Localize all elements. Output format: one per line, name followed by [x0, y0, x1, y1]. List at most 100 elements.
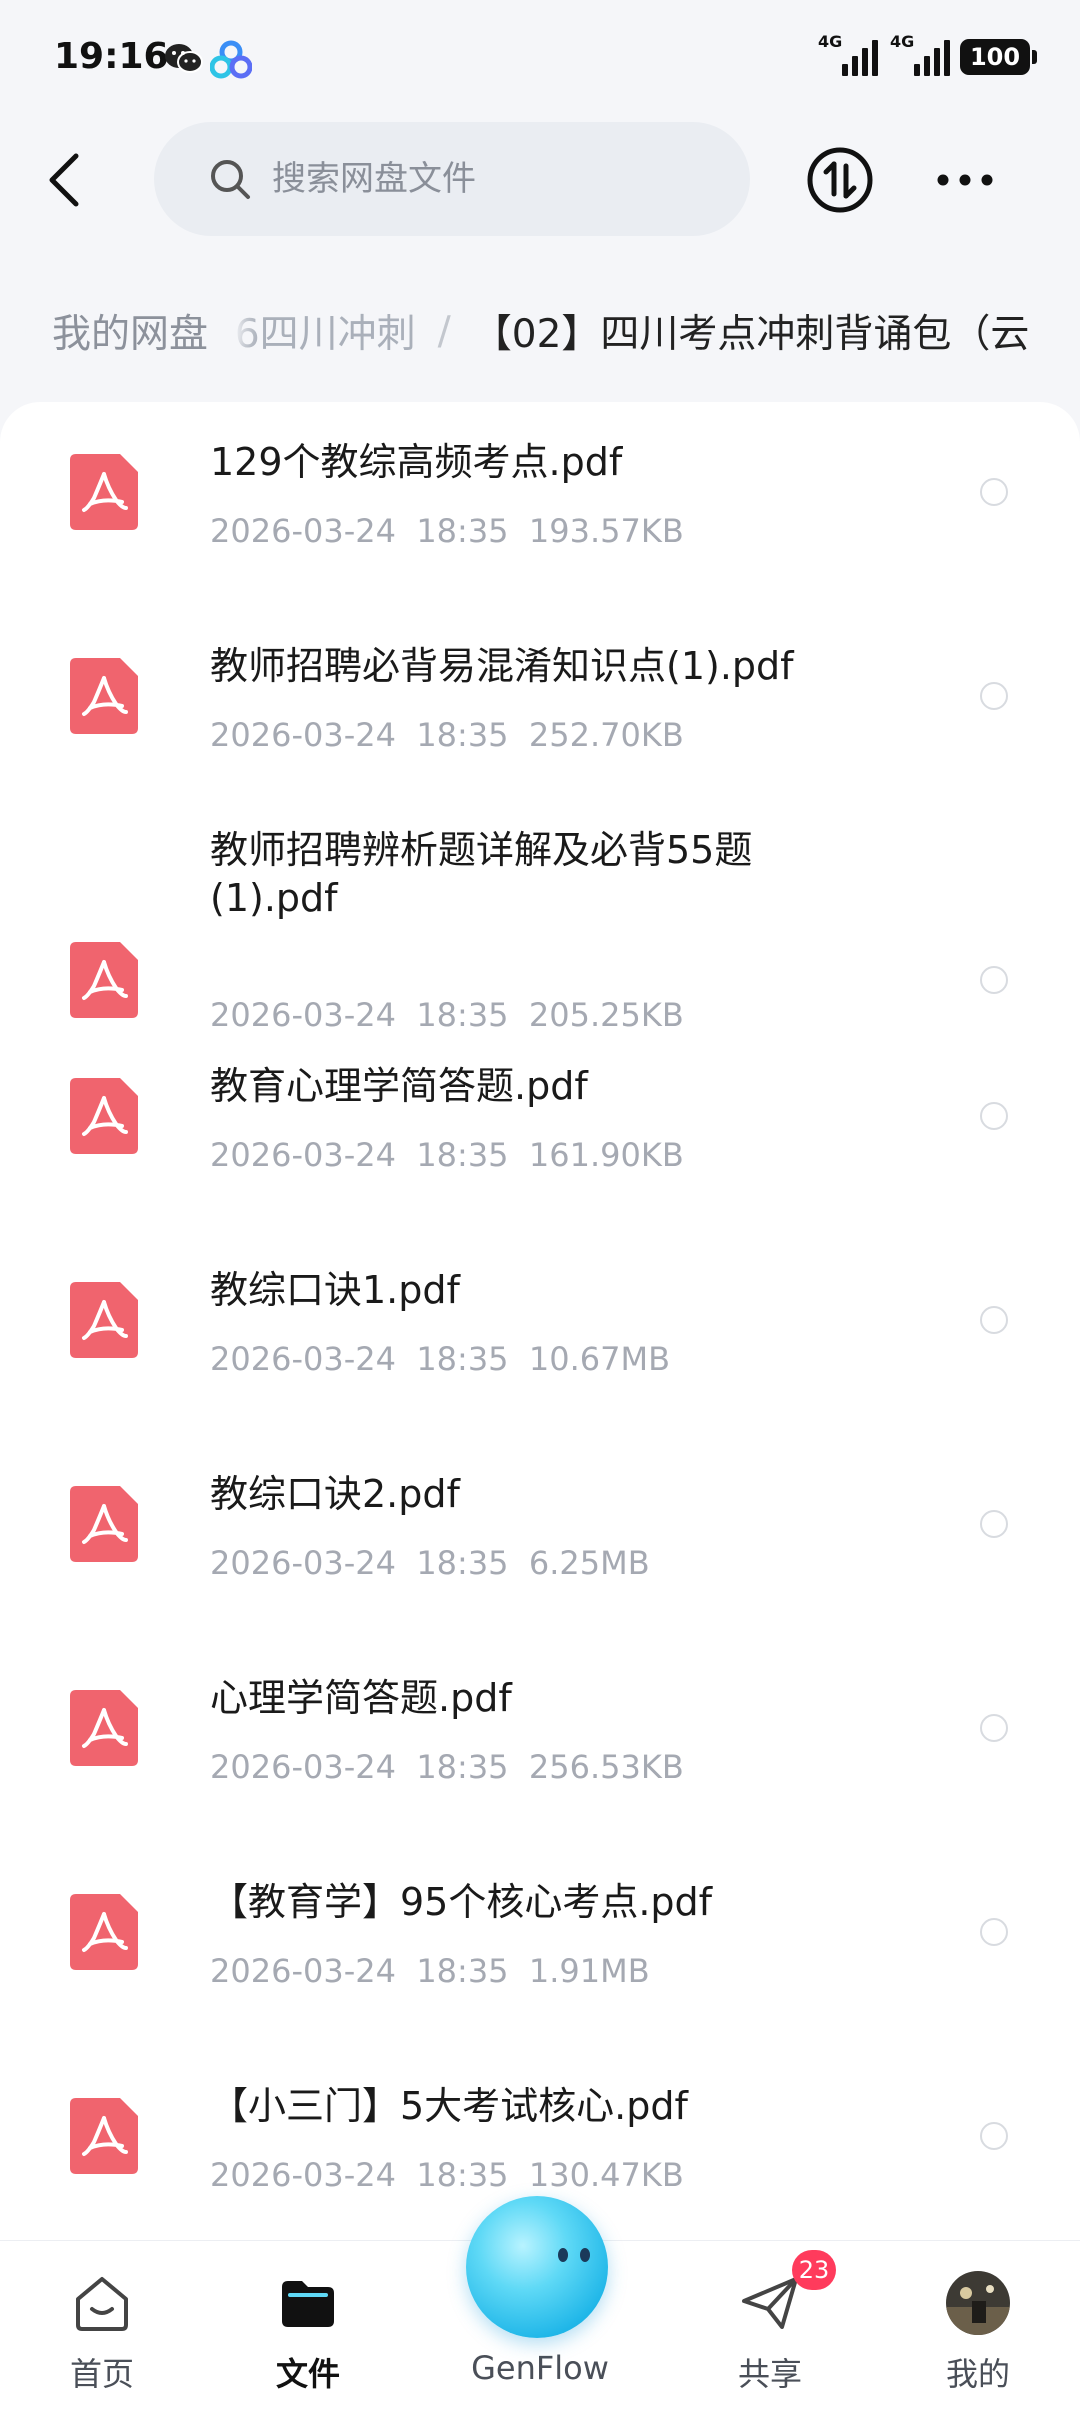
pdf-file-icon: [70, 942, 138, 1018]
select-checkbox[interactable]: [980, 966, 1008, 994]
file-date: 2026-03-24: [210, 1544, 396, 1582]
pdf-file-icon: [70, 1690, 138, 1766]
file-time: 18:35: [416, 2156, 509, 2194]
file-name: 教育心理学简答题.pdf: [210, 1064, 588, 1108]
breadcrumb: 我的网盘 26四川冲刺 / 【02】四川考点冲刺背诵包（云: [0, 288, 1080, 374]
file-row[interactable]: 教综口诀2.pdf 2026-03-24 18:35 6.25MB: [0, 1434, 1080, 1638]
file-size: 161.90KB: [528, 1136, 684, 1174]
file-time: 18:35: [416, 1952, 509, 1990]
pdf-file-icon: [70, 2098, 138, 2174]
breadcrumb-separator: /: [437, 308, 451, 354]
orb-eye: [580, 2248, 590, 2262]
pdf-file-icon: [70, 454, 138, 530]
file-name: 心理学简答题.pdf: [210, 1676, 512, 1720]
select-checkbox[interactable]: [980, 1918, 1008, 1946]
battery-icon: 100: [960, 39, 1037, 75]
file-date: 2026-03-24: [210, 716, 396, 754]
baidu-netdisk-icon: [210, 40, 252, 79]
file-list: 129个教综高频考点.pdf 2026-03-24 18:35 193.57KB 教…: [0, 402, 1080, 2242]
signal-icon: 4G: [816, 32, 878, 78]
file-name: 【教育学】95个核心考点.pdf: [210, 1880, 713, 1924]
status-time: 19:16: [54, 36, 169, 77]
select-checkbox[interactable]: [980, 1102, 1008, 1130]
nav-home[interactable]: 首页: [22, 2241, 182, 2413]
select-checkbox[interactable]: [980, 682, 1008, 710]
file-meta: 2026-03-24 18:35 252.70KB: [210, 716, 684, 754]
status-bar: 19:16 4G 4G 100: [0, 0, 1080, 120]
search-box[interactable]: [154, 122, 750, 236]
share-badge: 23: [792, 2250, 836, 2290]
file-size: 6.25MB: [528, 1544, 650, 1582]
file-row[interactable]: 教育心理学简答题.pdf 2026-03-24 18:35 161.90KB: [0, 1026, 1080, 1230]
avatar: [946, 2271, 1010, 2335]
file-size: 130.47KB: [528, 2156, 684, 2194]
nav-mine[interactable]: 我的: [898, 2241, 1058, 2413]
select-checkbox[interactable]: [980, 1306, 1008, 1334]
file-row[interactable]: 129个教综高频考点.pdf 2026-03-24 18:35 193.57KB: [0, 402, 1080, 606]
file-size: 1.91MB: [528, 1952, 650, 1990]
signal-label: 4G: [890, 32, 915, 51]
file-date: 2026-03-24: [210, 1748, 396, 1786]
genflow-orb-icon[interactable]: [466, 2196, 608, 2338]
file-row[interactable]: 教师招聘必背易混淆知识点(1).pdf 2026-03-24 18:35 252.…: [0, 606, 1080, 810]
file-name: 129个教综高频考点.pdf: [210, 440, 623, 484]
transfer-icon[interactable]: [806, 146, 874, 214]
nav-home-label: 首页: [69, 2355, 134, 2393]
file-meta: 2026-03-24 18:35 161.90KB: [210, 1136, 684, 1174]
file-meta: 2026-03-24 18:35 256.53KB: [210, 1748, 684, 1786]
file-name: 【小三门】5大考试核心.pdf: [210, 2084, 688, 2128]
file-time: 18:35: [416, 1544, 509, 1582]
file-meta: 2026-03-24 18:35 1.91MB: [210, 1952, 650, 1990]
file-meta: 2026-03-24 18:35 130.47KB: [210, 2156, 684, 2194]
nav-files-label: 文件: [275, 2355, 340, 2393]
breadcrumb-parent[interactable]: 26四川冲刺: [210, 303, 416, 359]
file-name: 教师招聘必背易混淆知识点(1).pdf: [210, 644, 794, 688]
pdf-file-icon: [70, 658, 138, 734]
file-meta: 2026-03-24 18:35 193.57KB: [210, 512, 684, 550]
top-bar: [0, 120, 1080, 240]
file-name: 教综口诀1.pdf: [210, 1268, 460, 1312]
file-time: 18:35: [416, 512, 509, 550]
nav-genflow-label: GenFlow: [471, 2349, 609, 2387]
file-time: 18:35: [416, 1748, 509, 1786]
pdf-file-icon: [70, 1078, 138, 1154]
file-time: 18:35: [416, 1136, 509, 1174]
file-name: 教综口诀2.pdf: [210, 1472, 460, 1516]
nav-files[interactable]: 文件: [228, 2241, 388, 2413]
more-dots-icon[interactable]: [934, 160, 996, 200]
breadcrumb-current: 【02】四川考点冲刺背诵包（云: [472, 312, 1030, 357]
signal-label: 4G: [818, 32, 843, 51]
file-size: 256.53KB: [528, 1748, 684, 1786]
back-arrow-icon[interactable]: [40, 146, 92, 214]
folder-icon: [282, 2281, 334, 2327]
select-checkbox[interactable]: [980, 2122, 1008, 2150]
file-time: 18:35: [416, 1340, 509, 1378]
file-size: 10.67MB: [528, 1340, 671, 1378]
home-icon: [76, 2277, 128, 2331]
battery-level: 100: [969, 43, 1021, 71]
file-size: 193.57KB: [528, 512, 684, 550]
signal-icon: 4G: [888, 32, 950, 78]
file-date: 2026-03-24: [210, 1340, 396, 1378]
file-row[interactable]: 心理学简答题.pdf 2026-03-24 18:35 256.53KB: [0, 1638, 1080, 1842]
file-row[interactable]: 【教育学】95个核心考点.pdf 2026-03-24 18:35 1.91MB: [0, 1842, 1080, 2046]
select-checkbox[interactable]: [980, 1714, 1008, 1742]
wechat-icon: [165, 44, 203, 73]
file-name: 教师招聘辨析题详解及必背55题(1).pdf: [210, 828, 753, 920]
file-row[interactable]: 教师招聘辨析题详解及必背55题(1).pdf 2026-03-24 18:35 2…: [0, 796, 1080, 1034]
file-date: 2026-03-24: [210, 1136, 396, 1174]
file-meta: 2026-03-24 18:35 10.67MB: [210, 1340, 670, 1378]
select-checkbox[interactable]: [980, 478, 1008, 506]
orb-eye: [558, 2248, 568, 2262]
file-row[interactable]: 教综口诀1.pdf 2026-03-24 18:35 10.67MB: [0, 1230, 1080, 1434]
search-input[interactable]: [270, 158, 714, 200]
pdf-file-icon: [70, 1282, 138, 1358]
file-size: 252.70KB: [528, 716, 684, 754]
status-right-icons: 4G 4G 100: [816, 32, 1037, 78]
select-checkbox[interactable]: [980, 1510, 1008, 1538]
pdf-file-icon: [70, 1894, 138, 1970]
file-date: 2026-03-24: [210, 512, 396, 550]
pdf-file-icon: [70, 1486, 138, 1562]
paper-plane-icon: [742, 2277, 798, 2329]
breadcrumb-home[interactable]: 我的网盘: [26, 295, 237, 367]
